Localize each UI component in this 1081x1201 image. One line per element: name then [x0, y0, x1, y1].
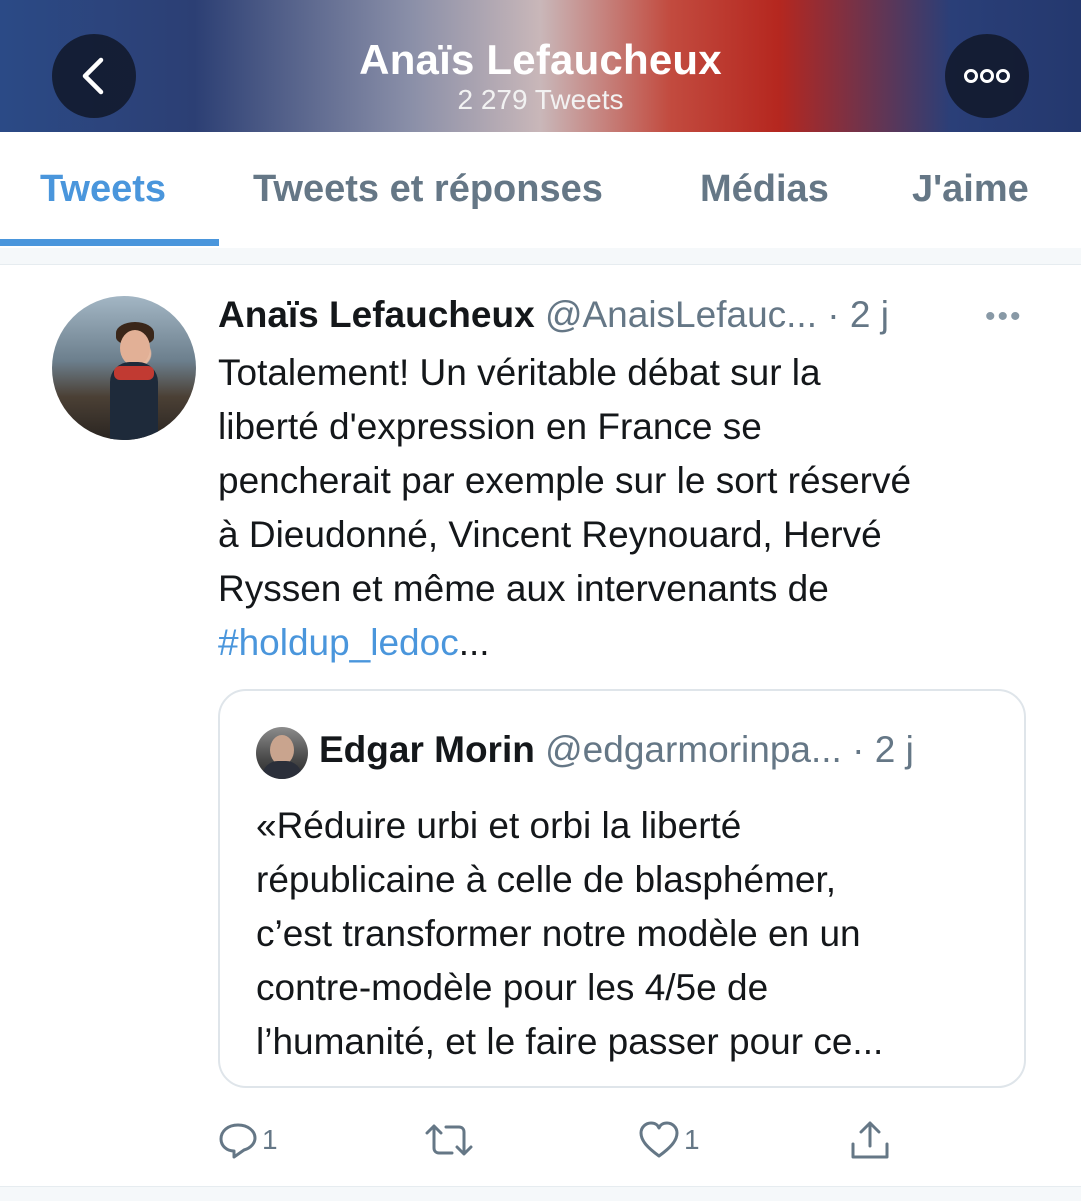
quoted-timestamp: · 2 j	[852, 729, 914, 770]
divider	[0, 1186, 1081, 1201]
tweet-header: Anaïs Lefaucheux @AnaisLefauc... · 2 j	[218, 294, 889, 336]
profile-tabs: Tweets Tweets et réponses Médias J'aime	[0, 132, 1081, 250]
quoted-author-name: Edgar Morin	[319, 729, 535, 770]
tweet-more-button[interactable]: •••	[985, 300, 1023, 334]
like-count: 1	[684, 1124, 700, 1155]
hashtag-link[interactable]: #holdup_ledoc	[218, 622, 459, 663]
quoted-text-line: c’est transformer notre modèle en un	[256, 913, 861, 954]
quoted-text-line: républicaine à celle de blasphémer,	[256, 859, 837, 900]
tab-likes[interactable]: J'aime	[912, 168, 1029, 211]
tweet-timestamp[interactable]: · 2 j	[827, 294, 889, 335]
tweet-text-ellipsis: ...	[458, 622, 490, 663]
tweet-author-name[interactable]: Anaïs Lefaucheux	[218, 294, 535, 335]
quoted-avatar	[256, 727, 308, 779]
more-options-button[interactable]	[945, 34, 1029, 118]
tweet-text-line: liberté d'expression en France se	[218, 406, 762, 447]
divider	[0, 248, 1081, 265]
reply-icon	[219, 1123, 257, 1159]
quoted-text-line: contre-modèle pour les 4/5e de	[256, 967, 769, 1008]
tweet-text-line-last: #holdup_ledoc...	[218, 616, 1038, 670]
tweet-author-handle[interactable]: @AnaisLefauc...	[545, 294, 817, 335]
tweet-text: Totalement! Un véritable débat sur la li…	[218, 346, 1038, 670]
share-button[interactable]	[848, 1112, 892, 1168]
tab-media[interactable]: Médias	[700, 168, 829, 211]
quoted-tweet-header: Edgar Morin @edgarmorinpa... · 2 j	[319, 729, 914, 771]
active-tab-indicator	[0, 239, 219, 246]
profile-name-title: Anaïs Lefaucheux	[359, 36, 722, 83]
tab-tweets-and-replies[interactable]: Tweets et réponses	[253, 168, 603, 211]
quoted-tweet[interactable]: Edgar Morin @edgarmorinpa... · 2 j «Rédu…	[218, 689, 1026, 1088]
profile-header: Anaïs Lefaucheux 2 279 Tweets	[0, 0, 1081, 132]
tweet-text-line: Totalement! Un véritable débat sur la	[218, 352, 821, 393]
share-icon	[851, 1121, 889, 1159]
tab-tweets[interactable]: Tweets	[40, 168, 166, 211]
tweet-text-line: Ryssen et même aux intervenants de	[218, 568, 829, 609]
quoted-tweet-text: «Réduire urbi et orbi la liberté républi…	[256, 799, 1006, 1069]
reply-count: 1	[262, 1124, 278, 1155]
quoted-text-line: «Réduire urbi et orbi la liberté	[256, 805, 742, 846]
quoted-text-line: l’humanité, et le faire passer pour ce..…	[256, 1021, 884, 1062]
like-button[interactable]: 1	[638, 1112, 700, 1168]
quoted-author-handle: @edgarmorinpa...	[545, 729, 842, 770]
avatar[interactable]	[52, 296, 196, 440]
retweet-button[interactable]	[424, 1112, 474, 1168]
reply-button[interactable]: 1	[218, 1112, 278, 1168]
tweet-text-line: pencherait par exemple sur le sort réser…	[218, 460, 912, 501]
tweet-actions: 1 1	[218, 1112, 918, 1168]
tweet-count: 2 279 Tweets	[457, 84, 624, 115]
tweet-text-line: à Dieudonné, Vincent Reynouard, Hervé	[218, 514, 882, 555]
more-horizontal-icon	[964, 69, 1010, 83]
heart-icon	[639, 1121, 679, 1158]
retweet-icon	[425, 1124, 473, 1156]
